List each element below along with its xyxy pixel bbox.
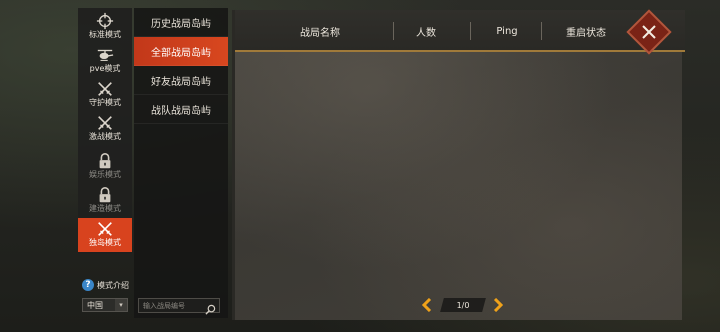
column-divider	[541, 22, 542, 40]
submenu-item-all[interactable]: 全部战局岛屿	[134, 37, 228, 66]
column-header-ping: Ping	[496, 25, 518, 37]
submenu-item-history[interactable]: 历史战局岛屿	[134, 8, 228, 37]
help-icon: ?	[82, 279, 94, 291]
mode-build[interactable]: 建造模式	[78, 184, 132, 218]
mode-island[interactable]: 独岛模式	[78, 218, 132, 252]
next-page-button[interactable]	[491, 297, 505, 313]
mode-guard[interactable]: 守护模式	[78, 78, 132, 112]
mode-label: 激战模式	[89, 132, 121, 141]
mode-label: 娱乐模式	[89, 170, 121, 179]
column-divider	[470, 22, 471, 40]
page-indicator: 1/0	[456, 300, 470, 310]
search-box	[138, 298, 220, 315]
helicopter-icon	[78, 46, 132, 64]
column-header-name: 战局名称	[300, 27, 340, 39]
session-list-panel: 战局名称 人数 Ping 重启状态	[232, 10, 685, 320]
table-header: 战局名称 人数 Ping 重启状态	[235, 10, 685, 52]
mode-intro-label: 模式介绍	[97, 280, 129, 290]
submenu-item-team[interactable]: 战队战局岛屿	[134, 95, 228, 124]
region-value: 中国	[87, 300, 103, 310]
mode-rail: 标准模式 pve模式 守护模式 激战模式 娱乐模式 建造模式 独岛模式	[78, 8, 132, 254]
mode-label: 守护模式	[89, 98, 121, 107]
close-icon	[633, 16, 665, 48]
crosshair-icon	[78, 12, 132, 30]
chevron-down-icon: ▾	[115, 299, 127, 311]
mode-label: 建造模式	[89, 204, 121, 213]
column-header-restart-status: 重启状态	[566, 27, 606, 39]
mode-standard[interactable]: 标准模式	[78, 10, 132, 44]
mode-pve[interactable]: pve模式	[78, 44, 132, 78]
mode-entertainment[interactable]: 娱乐模式	[78, 150, 132, 184]
lock-icon	[78, 152, 132, 170]
crossed-swords-icon	[78, 114, 132, 132]
mode-label: pve模式	[89, 64, 121, 73]
chevron-left-icon	[421, 297, 432, 313]
island-submenu: 历史战局岛屿 全部战局岛屿 好友战局岛屿 战队战局岛屿	[134, 8, 228, 318]
search-icon[interactable]	[205, 300, 216, 315]
region-select[interactable]: 中国 ▾	[82, 298, 128, 312]
prev-page-button[interactable]	[420, 297, 434, 313]
crossed-swords-icon	[78, 220, 132, 238]
column-header-players: 人数	[416, 27, 436, 39]
column-divider	[393, 22, 394, 40]
lock-icon	[78, 186, 132, 204]
chevron-right-icon	[493, 297, 504, 313]
mode-fierce[interactable]: 激战模式	[78, 112, 132, 146]
mode-label: 独岛模式	[89, 238, 121, 247]
crossed-swords-icon	[78, 80, 132, 98]
mode-label: 标准模式	[89, 30, 121, 39]
submenu-item-friends[interactable]: 好友战局岛屿	[134, 66, 228, 95]
session-id-input[interactable]	[143, 299, 205, 312]
mode-intro-link[interactable]: ? 模式介绍	[82, 279, 129, 291]
